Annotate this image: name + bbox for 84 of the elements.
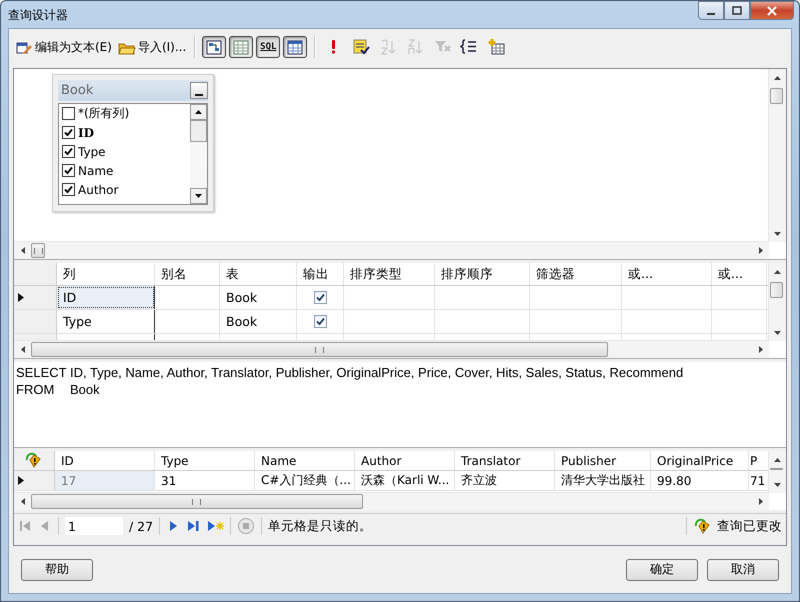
column-name: Name (78, 164, 114, 178)
table-cell[interactable]: ID (57, 286, 155, 309)
column-name: *(所有列) (78, 105, 130, 122)
minimize-button[interactable] (190, 82, 208, 99)
column-name: Type (78, 144, 106, 158)
vertical-scrollbar[interactable] (768, 451, 786, 493)
row-header[interactable] (14, 471, 55, 490)
checkbox[interactable] (62, 145, 75, 158)
checkbox[interactable] (62, 183, 75, 196)
diagram-pane-icon (205, 38, 224, 56)
last-record-icon[interactable] (186, 519, 200, 533)
checkbox[interactable] (62, 126, 75, 139)
table-cell: 清华大学出版社 (555, 471, 651, 490)
down-arrow-icon (195, 194, 202, 198)
scrollbar-thumb (770, 282, 783, 298)
checkmark-icon (64, 185, 73, 194)
grid-pane-button[interactable] (229, 36, 254, 58)
up-arrow-icon (195, 110, 202, 114)
scrollbar-thumb (770, 88, 783, 104)
column-name: ID (78, 126, 94, 140)
table-cell[interactable]: Type (57, 310, 155, 333)
table-cell: C#入门经典（... (255, 471, 355, 490)
maximize-button[interactable] (724, 1, 750, 20)
checkbox[interactable] (62, 107, 75, 120)
table-cell: 99.80 (651, 471, 749, 490)
vertical-scrollbar[interactable] (768, 69, 786, 242)
checkbox[interactable] (62, 164, 75, 177)
new-record-icon[interactable] (206, 519, 224, 533)
sql-pane-button[interactable]: SQL (256, 36, 280, 58)
checkmark-icon (316, 293, 324, 302)
table-cell: 31 (155, 471, 255, 490)
horizontal-scrollbar[interactable] (14, 492, 769, 510)
close-button[interactable] (750, 1, 794, 20)
table-cell[interactable]: Book (220, 286, 297, 309)
results-pane-button[interactable] (283, 36, 308, 58)
current-row-icon (18, 476, 24, 485)
horizontal-scrollbar[interactable] (14, 340, 769, 358)
close-icon (766, 6, 778, 16)
table-cell[interactable]: Book (220, 310, 297, 333)
output-checkbox[interactable] (314, 315, 326, 328)
row-header[interactable] (14, 286, 57, 309)
table-cell: 沃森（Karli W... (355, 471, 455, 490)
table-cell: 齐立波 (455, 471, 555, 490)
vertical-scrollbar[interactable] (768, 263, 786, 341)
output-checkbox[interactable] (314, 291, 326, 304)
minimize-button[interactable] (698, 1, 724, 20)
record-count: / 27 (129, 518, 154, 534)
cancel-button[interactable]: 取消 (707, 558, 779, 580)
edit-as-text-button[interactable]: 编辑为文本(E) (13, 38, 114, 56)
sql-keyword: SELECT (16, 365, 68, 382)
checkmark-icon (316, 317, 324, 326)
warning-icon (693, 518, 711, 534)
horizontal-scrollbar[interactable] (14, 241, 769, 259)
checkmark-icon (64, 128, 73, 137)
column-name: Author (78, 182, 118, 196)
table-icon (286, 38, 304, 56)
position-field[interactable]: 1 (65, 517, 123, 535)
scrollbar-thumb (31, 243, 46, 258)
sql-keyword: FROM (16, 382, 56, 399)
current-row-icon (18, 293, 24, 302)
grid-icon (232, 38, 250, 56)
ok-button[interactable]: 确定 (626, 558, 698, 580)
sql-text: Book (70, 382, 100, 399)
minimize-icon (707, 12, 715, 14)
add-table-icon[interactable] (487, 38, 506, 56)
maximize-icon (732, 6, 742, 16)
table-title: Book (61, 83, 94, 98)
scrollbar-thumb (190, 120, 207, 142)
help-button[interactable]: 帮助 (21, 558, 93, 580)
status-text: 查询已更改 (717, 518, 782, 534)
status-text: 单元格是只读的。 (268, 518, 372, 534)
diagram-pane-button[interactable] (202, 36, 226, 58)
window-title: 查询设计器 (8, 7, 68, 24)
sql-editor[interactable]: SELECT ID, Type, Name, Author, Translator, Publisher, OriginalPrice, Price, Cover, Hits, Sales, Status, Recommend FROM Book (14, 362, 786, 448)
scrollbar-thumb (770, 468, 783, 470)
checkmark-icon (64, 147, 73, 156)
table-window[interactable]: Book *(所有列) ID Type Name Author (52, 74, 214, 212)
import-button[interactable]: 导入(I)... (116, 38, 188, 56)
checkmark-icon (64, 166, 73, 175)
warning-icon (24, 452, 42, 469)
table-cell: 17 (55, 471, 155, 490)
vertical-scrollbar[interactable] (190, 104, 207, 204)
document-check-icon[interactable] (352, 38, 372, 56)
sql-text: ID, Type, Name, Author, Translator, Publisher, OriginalPrice, Price, Cover, Hits, Sales, Status, Recommend (70, 365, 684, 382)
